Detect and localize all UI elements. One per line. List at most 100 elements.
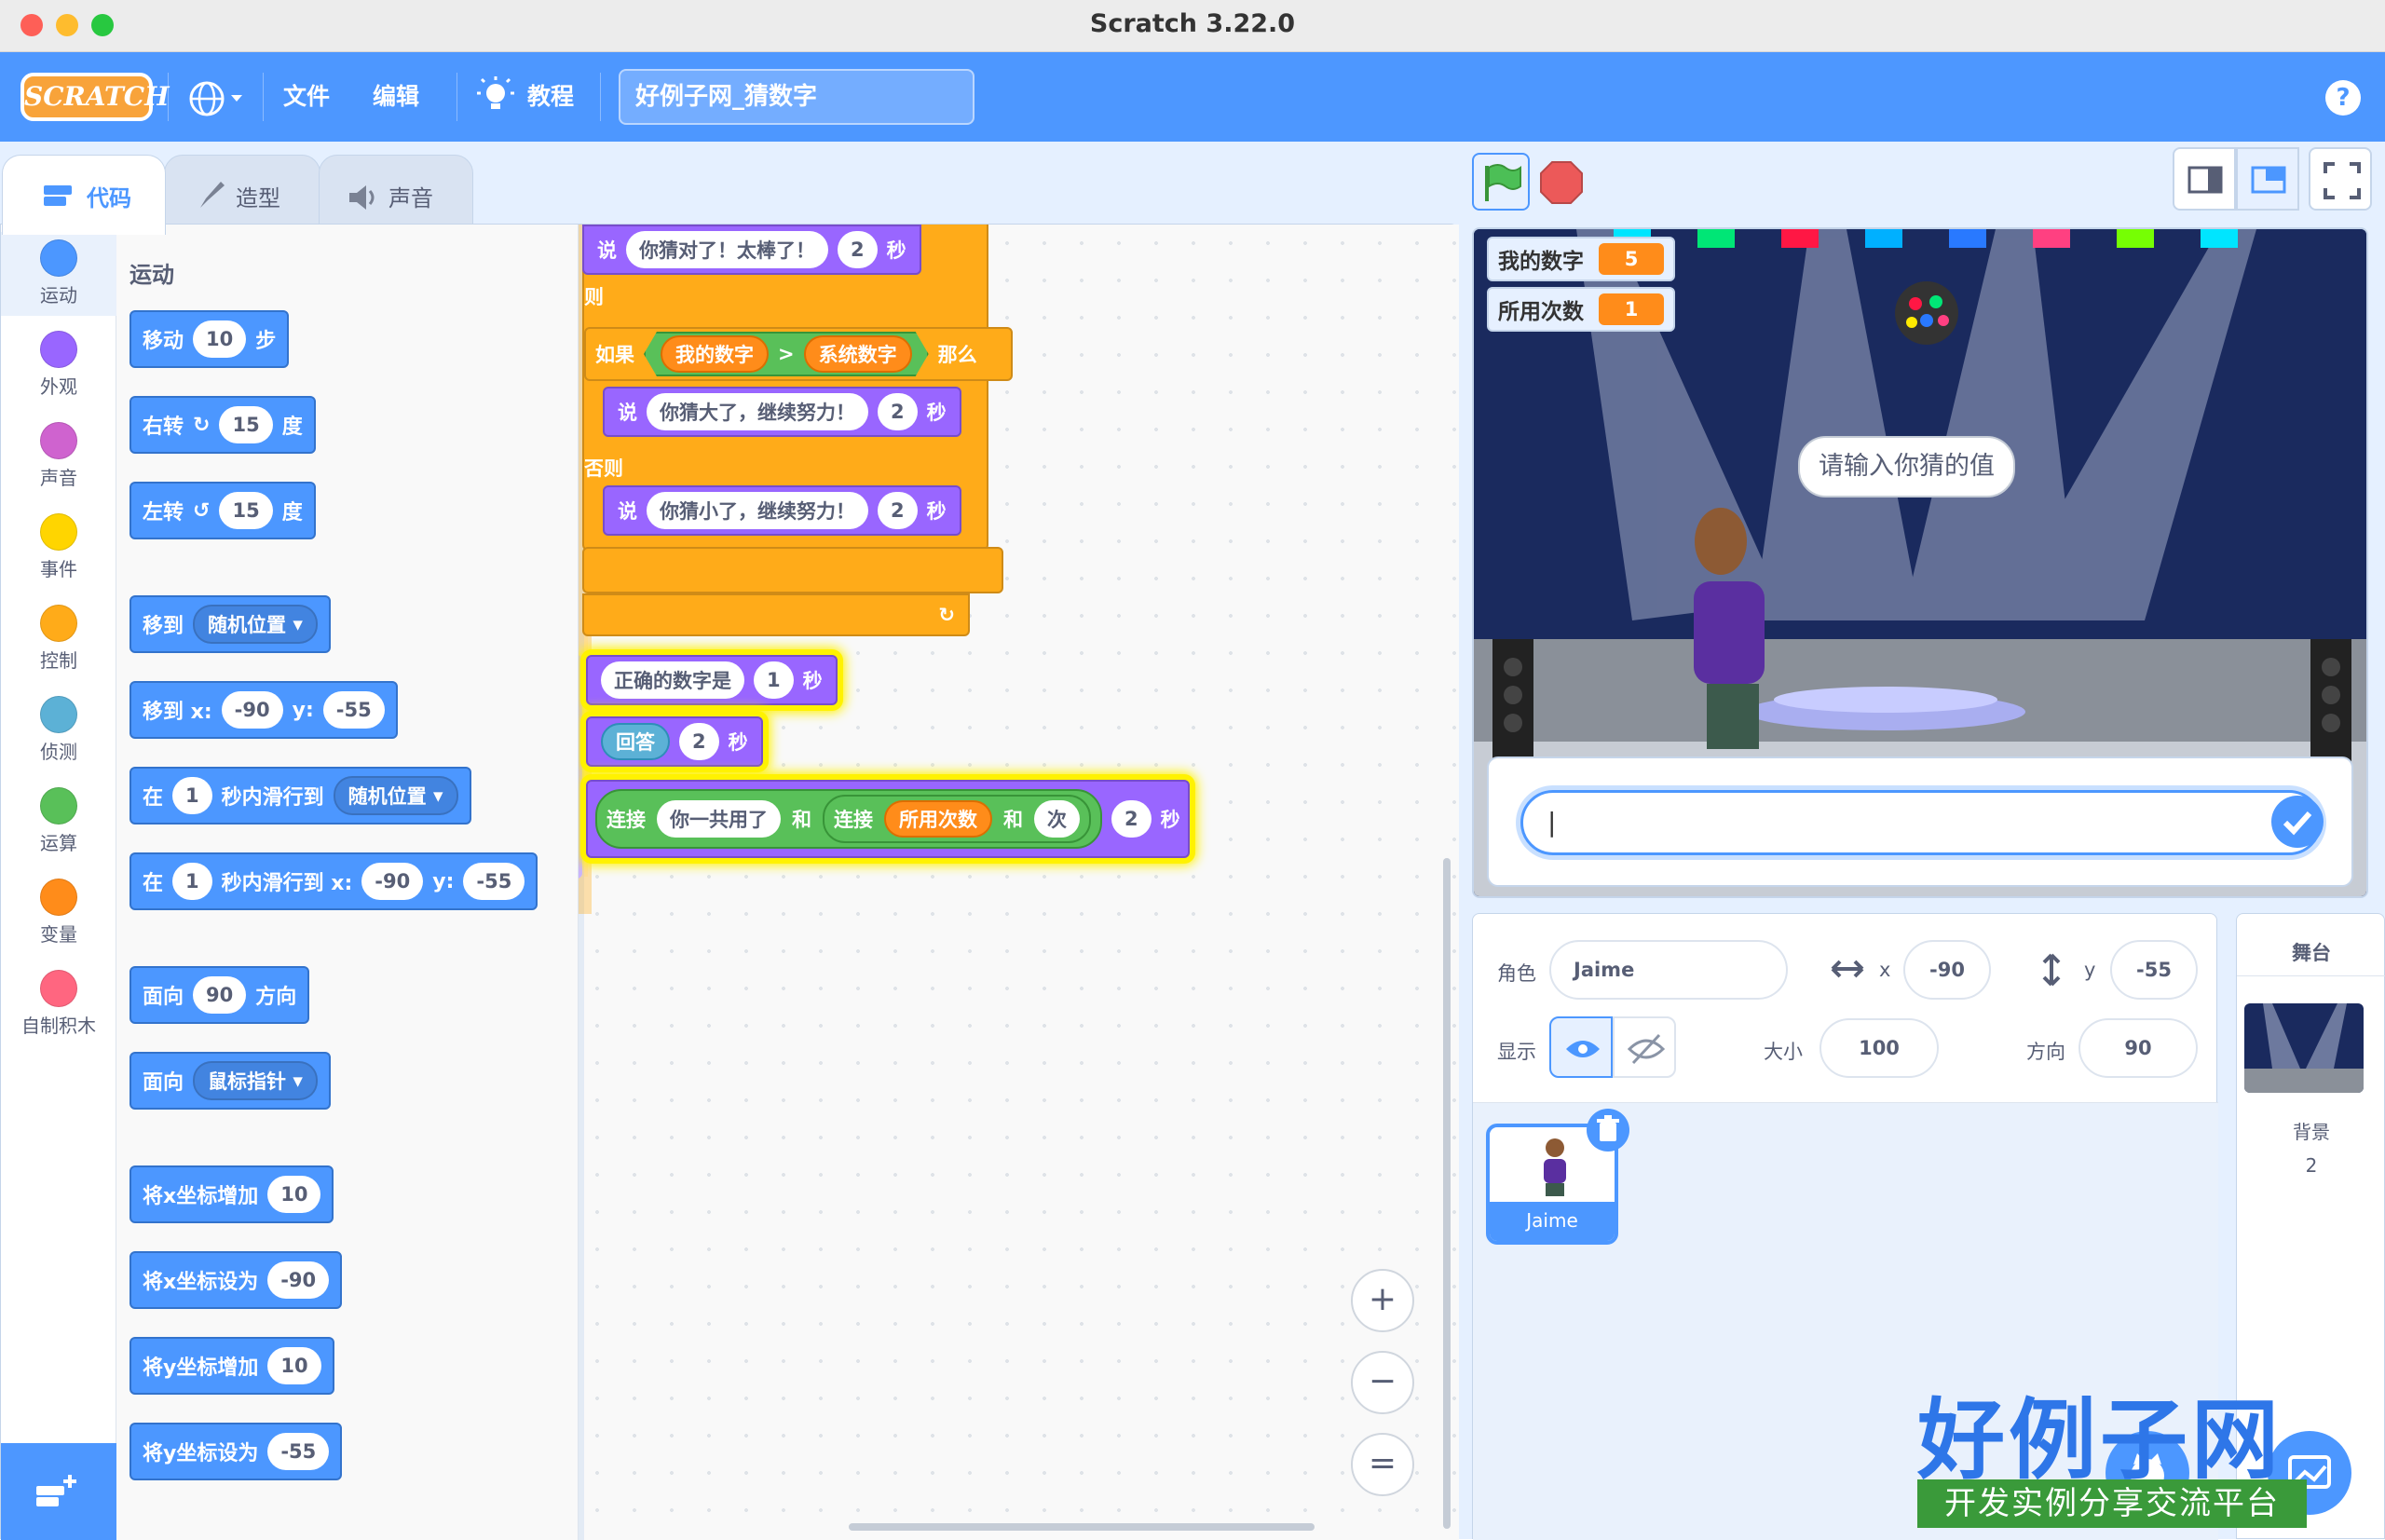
block-set-x[interactable]: 将x坐标设为 -90 (129, 1251, 343, 1309)
show-sprite-button[interactable] (1549, 1016, 1613, 1078)
x-input[interactable]: -90 (1903, 940, 1991, 1000)
zoom-reset-button[interactable]: = (1351, 1433, 1414, 1496)
block-input[interactable]: -55 (267, 1433, 330, 1470)
block-turn-right[interactable]: 右转 ↻ 15 度 (129, 396, 316, 454)
small-stage-button[interactable] (2173, 147, 2236, 211)
variable-monitor-my-number[interactable]: 我的数字 5 (1487, 237, 1675, 281)
block-input[interactable]: 10 (267, 1176, 321, 1213)
stage-thumbnail[interactable] (2244, 1003, 2364, 1093)
say-answer-block[interactable]: 回答 2 秒 (586, 716, 763, 767)
block-input[interactable]: 10 (267, 1347, 321, 1384)
category-sensing[interactable]: 侦测 (1, 688, 116, 772)
block-input[interactable]: 1 (172, 863, 212, 900)
block-input[interactable]: 你猜小了，继续努力！ (647, 492, 868, 529)
block-point-towards[interactable]: 面向 鼠标指针 ▾ (129, 1052, 331, 1110)
block-input[interactable]: 2 (838, 231, 878, 268)
block-input[interactable]: 2 (878, 393, 918, 430)
answer-submit-button[interactable] (2271, 796, 2324, 848)
add-extension-button[interactable] (1, 1443, 116, 1540)
block-input[interactable]: 15 (219, 406, 273, 443)
delete-sprite-button[interactable] (1587, 1109, 1629, 1152)
block-input[interactable]: -55 (463, 863, 525, 900)
block-move-steps[interactable]: 移动 10 步 (129, 310, 290, 368)
variable-reporter[interactable]: 所用次数 (884, 800, 992, 838)
zoom-out-button[interactable]: − (1351, 1351, 1414, 1414)
say-block-correct[interactable]: 说你猜对了！太棒了！ 2 秒 (582, 225, 921, 275)
block-input[interactable]: 2 (679, 723, 719, 760)
block-input[interactable]: -90 (267, 1261, 330, 1299)
join-block[interactable]: 连接 你一共用了和连接 所用次数和次 (595, 789, 1102, 849)
if-else-bottom (582, 547, 1003, 593)
block-input[interactable]: 你猜大了，继续努力！ (647, 393, 868, 430)
variable-reporter[interactable]: 我的数字 (661, 335, 769, 373)
block-input[interactable]: 1 (172, 777, 212, 814)
block-dropdown[interactable]: 随机位置 ▾ (193, 605, 318, 644)
block-set-y[interactable]: 将y坐标设为 -55 (129, 1423, 343, 1480)
block-input[interactable]: 2 (1111, 800, 1152, 838)
sprite-name-input[interactable]: Jaime (1549, 940, 1788, 1000)
block-input[interactable]: -90 (221, 691, 283, 729)
block-turn-left[interactable]: 左转 ↺ 15 度 (129, 482, 316, 539)
category-sound[interactable]: 声音 (1, 415, 116, 498)
y-input[interactable]: -55 (2110, 940, 2198, 1000)
vertical-scrollbar[interactable] (1443, 858, 1451, 1529)
stage-canvas[interactable]: 我的数字 5 所用次数 1 请输入你猜的值 | (1472, 227, 2368, 898)
join-block-inner[interactable]: 连接 所用次数和次 (823, 795, 1091, 843)
menu-edit[interactable]: 编辑 (373, 78, 419, 112)
say-block-too-small[interactable]: 说你猜小了，继续努力！ 2 秒 (603, 485, 961, 536)
direction-input[interactable]: 90 (2078, 1018, 2198, 1078)
block-input[interactable]: 你猜对了！太棒了！ (626, 231, 828, 268)
category-events[interactable]: 事件 (1, 506, 116, 590)
answer-reporter[interactable]: 回答 (601, 723, 670, 760)
help-button[interactable]: ? (2325, 80, 2361, 116)
block-input[interactable]: 你一共用了 (657, 800, 781, 838)
scratch-logo[interactable]: SCRATCH (20, 73, 170, 121)
stop-button[interactable] (1539, 160, 1584, 205)
block-input[interactable]: 正确的数字是 (601, 661, 744, 699)
category-motion[interactable]: 运动 (1, 232, 116, 316)
category-my-blocks[interactable]: 自制积木 (1, 962, 116, 1046)
zoom-in-button[interactable]: + (1351, 1269, 1414, 1332)
horizontal-scrollbar[interactable] (849, 1523, 1315, 1531)
block-input[interactable]: 次 (1034, 800, 1080, 838)
green-flag-button[interactable] (1472, 153, 1530, 211)
block-glide[interactable]: 在 1 秒内滑行到 随机位置 ▾ (129, 767, 471, 825)
say-correct-number-block[interactable]: 正确的数字是 1 秒 (586, 655, 838, 705)
block-glide-xy[interactable]: 在 1 秒内滑行到 x: -90 y: -55 (129, 852, 538, 910)
fullscreen-button[interactable] (2309, 147, 2372, 211)
large-stage-button[interactable] (2236, 147, 2299, 211)
answer-input[interactable]: | (1520, 790, 2322, 855)
project-title-input[interactable]: 好例子网_猜数字 (619, 69, 974, 125)
if-condition-row[interactable]: 如果 我的数字 > 系统数字 那么 (584, 327, 1013, 381)
variable-monitor-attempts[interactable]: 所用次数 1 (1487, 287, 1675, 332)
block-dropdown[interactable]: 鼠标指针 ▾ (193, 1061, 318, 1100)
block-input[interactable]: 10 (193, 320, 247, 358)
menu-tutorials[interactable]: 教程 (477, 76, 579, 117)
block-goto-xy[interactable]: 移到 x: -90 y: -55 (129, 681, 398, 739)
say-join-block[interactable]: 连接 你一共用了和连接 所用次数和次 2秒 (586, 780, 1190, 858)
block-point-direction[interactable]: 面向 90 方向 (129, 966, 310, 1024)
category-variables[interactable]: 变量 (1, 871, 116, 955)
block-dropdown[interactable]: 随机位置 ▾ (333, 776, 458, 815)
greater-than-block[interactable]: 我的数字 > 系统数字 (644, 332, 929, 376)
block-change-y[interactable]: 将y坐标增加 10 (129, 1337, 334, 1395)
block-input[interactable]: 90 (193, 976, 247, 1014)
variable-reporter[interactable]: 系统数字 (804, 335, 912, 373)
menu-file[interactable]: 文件 (283, 78, 330, 112)
say-block-too-big[interactable]: 说你猜大了，继续努力！ 2 秒 (603, 387, 961, 437)
hide-sprite-button[interactable] (1613, 1016, 1676, 1078)
category-control[interactable]: 控制 (1, 597, 116, 681)
block-input[interactable]: 2 (878, 492, 918, 529)
block-input[interactable]: 1 (754, 661, 794, 699)
script-area[interactable]: 说你猜对了！太棒了！ 2 秒 则 如果 我的数字 > 系统数字 那么 说你猜大了，继续努力！… (579, 225, 1459, 1540)
category-operators[interactable]: 运算 (1, 780, 116, 864)
block-input[interactable]: 15 (219, 492, 273, 529)
block-input[interactable]: -55 (322, 691, 385, 729)
block-input[interactable]: -90 (361, 863, 424, 900)
block-change-x[interactable]: 将x坐标增加 10 (129, 1165, 334, 1223)
category-looks[interactable]: 外观 (1, 323, 116, 407)
block-goto[interactable]: 移到 随机位置 ▾ (129, 595, 331, 653)
tab-code[interactable]: 代码 (2, 155, 166, 235)
size-input[interactable]: 100 (1819, 1018, 1939, 1078)
language-menu[interactable] (186, 78, 246, 119)
